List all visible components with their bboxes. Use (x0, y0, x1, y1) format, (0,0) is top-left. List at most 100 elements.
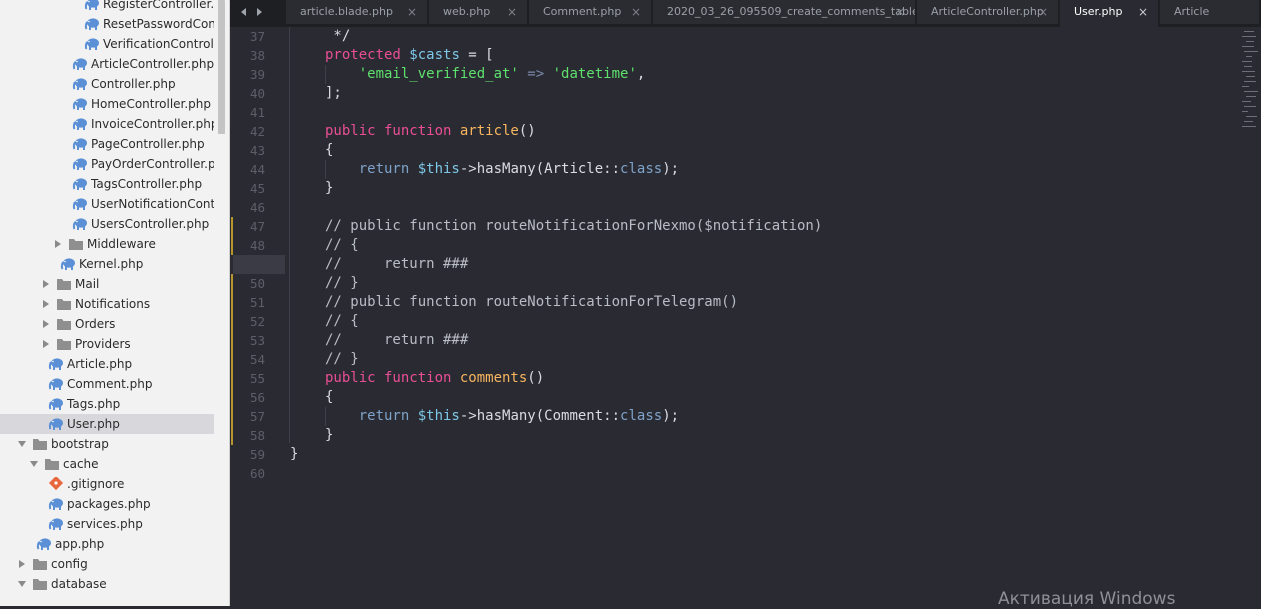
tree-file[interactable]: PageController.php (0, 134, 214, 154)
tree-file[interactable]: ArticleController.php (0, 54, 214, 74)
tree-item-label: Kernel.php (79, 257, 144, 271)
tree-folder[interactable]: config (0, 554, 214, 574)
chevron-down-icon[interactable] (18, 581, 26, 587)
tree-file[interactable]: RegisterController.php (0, 0, 214, 14)
tree-file[interactable]: .gitignore (0, 474, 214, 494)
tree-folder[interactable]: bootstrap (0, 434, 214, 454)
code-line: // { (325, 236, 359, 255)
close-icon[interactable]: × (407, 0, 417, 24)
chevron-right-icon[interactable] (55, 240, 61, 248)
line-number: 59 (249, 447, 265, 462)
chevron-down-icon[interactable] (18, 441, 26, 447)
code-line: // public function routeNotificationForT… (325, 293, 738, 312)
tree-folder[interactable]: database (0, 574, 214, 594)
tree-item-label: services.php (67, 517, 143, 531)
nav-forward-button[interactable] (246, 0, 273, 24)
code-line: { (325, 141, 333, 160)
code-token: () (527, 370, 545, 386)
line-number: 39 (249, 67, 265, 82)
chevron-right-icon[interactable] (43, 300, 49, 308)
chevron-down-icon[interactable] (30, 461, 38, 467)
close-icon[interactable]: × (895, 0, 905, 24)
editor-tab[interactable]: 2020_03_26_095509_create_comments_table.… (653, 0, 915, 24)
tree-item-label: database (51, 577, 107, 591)
tree-file[interactable]: PayOrderController.php (0, 154, 214, 174)
close-icon[interactable]: × (631, 0, 641, 24)
tree-file[interactable]: InvoiceController.php (0, 114, 214, 134)
file-tree-sidebar: RegisterController.php ResetPasswordContr… (0, 0, 229, 606)
tree-file[interactable]: Tags.php (0, 394, 214, 414)
chevron-right-icon[interactable] (19, 560, 25, 568)
tree-item-label: TagsController.php (91, 177, 203, 191)
line-number: 42 (249, 124, 265, 139)
git-icon (48, 475, 64, 491)
php-elephant-icon (72, 197, 88, 211)
tree-file[interactable]: UsersController.php (0, 214, 214, 234)
tree-file[interactable]: Controller.php (0, 74, 214, 94)
chevron-right-icon[interactable] (43, 340, 49, 348)
editor-tab[interactable]: Comment.php × (529, 0, 651, 24)
close-icon[interactable]: × (507, 0, 517, 24)
code-line: // public function routeNotificationForN… (325, 217, 822, 236)
tree-file[interactable]: Comment.php (0, 374, 214, 394)
tree-item-label: Notifications (75, 297, 151, 311)
php-elephant-icon (72, 57, 88, 71)
editor-tab[interactable]: Article (1160, 0, 1259, 24)
tree-file[interactable]: app.php (0, 534, 214, 554)
tree-item-label: ArticleController.php (91, 57, 214, 71)
php-elephant-icon (72, 217, 88, 231)
code-token: class (620, 161, 663, 177)
folder-icon (44, 457, 60, 471)
tree-file[interactable]: Kernel.php (0, 254, 214, 274)
close-icon[interactable]: × (1138, 0, 1148, 24)
php-elephant-icon (72, 157, 88, 171)
php-elephant-icon (60, 257, 76, 271)
minimap-line (1246, 56, 1252, 57)
minimap[interactable] (1240, 27, 1261, 147)
tree-file[interactable]: VerificationController.php (0, 34, 214, 54)
editor-tab[interactable]: web.php × (429, 0, 527, 24)
code-token: class (620, 408, 663, 424)
code-token: $this (417, 161, 460, 177)
code-line: } (325, 426, 333, 445)
tree-folder[interactable]: Mail (0, 274, 214, 294)
tree-file[interactable]: TagsController.php (0, 174, 214, 194)
php-elephant-icon (84, 37, 100, 51)
tree-folder[interactable]: cache (0, 454, 214, 474)
editor-tab[interactable]: User.php × (1060, 0, 1158, 27)
tree-folder[interactable]: Providers (0, 334, 214, 354)
tree-item-label: InvoiceController.php (91, 117, 214, 131)
tree-file[interactable]: services.php (0, 514, 214, 534)
tree-folder[interactable]: Orders (0, 314, 214, 334)
tree-file[interactable]: User.php (0, 414, 214, 434)
chevron-right-icon[interactable] (43, 280, 49, 288)
tree-file[interactable]: packages.php (0, 494, 214, 514)
tree-folder[interactable]: Notifications (0, 294, 214, 314)
php-elephant-icon (84, 0, 100, 11)
sidebar-scrollbar[interactable] (218, 0, 225, 134)
tree-item-label: bootstrap (51, 437, 109, 451)
line-number: 45 (249, 181, 265, 196)
code-line: */ (325, 27, 350, 46)
tab-label: ArticleController.php (931, 5, 1044, 18)
code-token: */ (325, 28, 351, 44)
code-line: public function article() (325, 122, 536, 141)
close-icon[interactable]: × (1038, 0, 1048, 24)
code-token: ); (662, 408, 680, 424)
tree-item-label: Middleware (87, 237, 156, 251)
tab-bar: article.blade.php × web.php × Comment.php × 20… (230, 0, 1261, 27)
tree-file[interactable]: UserNotificationController.php (0, 194, 214, 214)
editor-tab[interactable]: ArticleController.php × (917, 0, 1058, 24)
tree-folder[interactable]: Middleware (0, 234, 214, 254)
tree-item-label: PayOrderController.php (91, 157, 214, 171)
tree-file[interactable]: Article.php (0, 354, 214, 374)
tree-item-label: Mail (75, 277, 100, 291)
tab-label: User.php (1074, 5, 1123, 18)
code-token: // return ### (325, 256, 469, 272)
tree-file[interactable]: ResetPasswordController.php (0, 14, 214, 34)
code-editor[interactable]: 37 38 39 40 41 42 43 44 45 46 47 48 50 51 52 53 54 55 56 57… (230, 27, 1240, 606)
tree-file[interactable]: HomeController.php (0, 94, 214, 114)
editor-tab[interactable]: article.blade.php × (286, 0, 427, 24)
code-line: // } (325, 274, 359, 293)
chevron-right-icon[interactable] (43, 320, 49, 328)
